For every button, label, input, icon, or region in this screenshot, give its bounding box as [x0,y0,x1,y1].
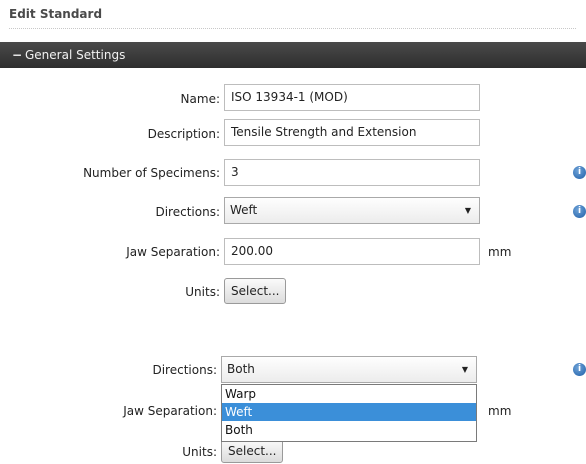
dropdown-option-weft[interactable]: Weft [222,403,476,421]
description-label: Description: [147,127,220,141]
directions-label: Directions: [155,205,220,219]
general-settings-header[interactable]: − General Settings [0,42,586,68]
jaw-separation-label-2: Jaw Separation: [123,404,217,418]
units-select-button-2[interactable]: Select... [221,439,284,463]
chevron-down-icon: ▼ [461,365,468,374]
description-input[interactable]: Tensile Strength and Extension [224,119,480,146]
page-title: Edit Standard [9,7,103,21]
name-input[interactable]: ISO 13934-1 (MOD) [224,84,480,111]
jaw-separation-unit-2: mm [488,404,512,418]
jaw-separation-input[interactable]: 200.00 [224,238,480,265]
directions-select-open[interactable]: Both ▼ [221,356,477,383]
jaw-separation-label: Jaw Separation: [126,245,220,259]
chevron-down-icon: ▼ [464,206,471,215]
specimens-label: Number of Specimens: [83,166,220,180]
units-select-button[interactable]: Select... [224,278,287,304]
specimens-input[interactable]: 3 [224,159,480,186]
units-label: Units: [185,285,220,299]
directions-label-2: Directions: [152,363,217,377]
jaw-separation-unit: mm [488,245,512,259]
directions-value: Both [227,362,255,376]
collapse-icon[interactable]: − [12,42,22,68]
dropdown-option-both[interactable]: Both [222,421,476,439]
directions-value: Weft [230,203,258,217]
units-label-2: Units: [182,445,217,459]
info-icon[interactable]: i [573,363,586,376]
title-divider [9,28,576,29]
directions-dropdown-list: Warp Weft Both [221,384,477,442]
name-label: Name: [180,92,220,106]
directions-select[interactable]: Weft ▼ [224,197,480,224]
info-icon[interactable]: i [573,205,586,218]
info-icon[interactable]: i [573,166,586,179]
dropdown-option-warp[interactable]: Warp [222,385,476,403]
section-title: General Settings [25,48,126,62]
